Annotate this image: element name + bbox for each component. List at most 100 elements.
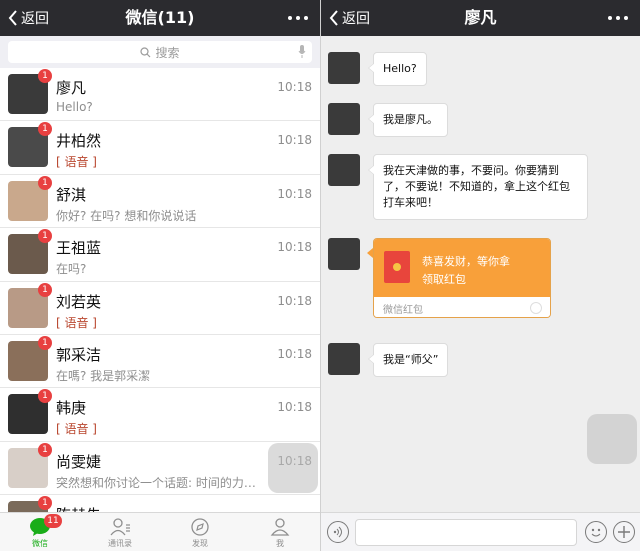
red-packet-label: 微信红包 (383, 305, 423, 316)
message-preview: [ 语音 ] (56, 422, 97, 437)
contact-name: 井柏然 (56, 132, 102, 151)
compass-icon (191, 518, 209, 536)
unread-badge: 1 (38, 122, 52, 137)
red-envelope-icon (384, 251, 410, 283)
message-bubble[interactable]: 我是廖凡。 (368, 103, 448, 137)
unread-badge: 1 (38, 229, 52, 244)
unread-badge: 1 (38, 175, 52, 190)
conversation-screen: 返回 廖凡 Hello? 我是廖凡。 我在天津做的事，不要问。你要猜到了，不要说… (321, 0, 640, 551)
chat-row[interactable]: 1 廖凡 10:18 Hello? (0, 68, 320, 122)
tab-discover[interactable]: 发现 (160, 513, 240, 551)
search-placeholder: 搜索 (155, 45, 180, 60)
avatar[interactable] (328, 103, 360, 135)
chat-row[interactable]: 1 陈赫先 (0, 495, 320, 512)
emoji-button[interactable] (585, 521, 607, 543)
back-label: 返回 (342, 11, 370, 27)
message-preview: 在吗? (56, 262, 87, 277)
tab-label: 通讯录 (108, 539, 132, 548)
avatar[interactable] (328, 343, 360, 375)
message-row: 我是“师父” (328, 343, 628, 383)
chat-row[interactable]: 1 韩庚 10:18 [ 语音 ] (0, 388, 320, 442)
message-row: 我在天津做的事，不要问。你要猜到了，不要说！不知道的，拿上这个红包打车来吧！ (328, 154, 628, 224)
back-button[interactable]: 返回 (8, 0, 49, 36)
contact-name: 舒淇 (56, 185, 87, 204)
contact-name: 廖凡 (56, 79, 87, 97)
tab-contacts[interactable]: 通讯录 (80, 513, 160, 551)
unread-badge: 1 (38, 335, 52, 350)
more-actions-button[interactable] (613, 521, 635, 543)
person-icon (270, 518, 290, 536)
message-bubble[interactable]: 我是“师父” (367, 343, 449, 377)
message-preview: Hello? (56, 100, 93, 114)
contact-name: 王祖蓝 (56, 239, 102, 258)
tab-label: 发现 (192, 539, 208, 548)
chat-row[interactable]: 1 郭采洁 10:18 在嗎? 我是郭采潔 (0, 335, 320, 389)
tab-label: 我 (276, 539, 284, 548)
red-packet-body: 恭喜发财，等你拿 领取红包 (374, 239, 550, 297)
back-label: 返回 (21, 11, 49, 27)
contact-name: 陈赫先 (56, 504, 101, 512)
message-preview: 突然想和你讨论一个话题: 时间的力量.... (56, 475, 266, 490)
message-preview: [ 语音 ] (56, 155, 97, 170)
contact-name: 刘若英 (56, 292, 102, 311)
message-preview: [ 语音 ] (56, 315, 97, 330)
message-time: 10:18 (277, 186, 312, 201)
conversation-header: 返回 廖凡 (321, 0, 640, 36)
contact-name: 郭采洁 (56, 345, 102, 364)
chat-row[interactable]: 1 王祖蓝 10:18 在吗? (0, 228, 320, 282)
unread-badge: 11 (44, 514, 62, 528)
contact-name: 尚雯婕 (56, 452, 102, 471)
chat-row[interactable]: 1 舒淇 10:18 你好? 在吗? 想和你说说话 (0, 175, 320, 229)
message-time: 10:18 (277, 346, 312, 361)
tab-label: 微信 (32, 539, 48, 548)
smiley-icon (591, 528, 601, 537)
unread-badge: 1 (38, 282, 52, 297)
sound-wave-icon (333, 526, 342, 538)
more-icon[interactable] (284, 0, 312, 36)
search-icon (140, 46, 151, 57)
contacts-icon (110, 518, 130, 536)
message-time: 10:18 (277, 293, 312, 308)
red-packet-footer: 微信红包 (374, 297, 550, 317)
message-time: 10:18 (277, 133, 312, 148)
message-input[interactable] (355, 519, 577, 546)
chat-list-header: 返回 微信(11) (0, 0, 320, 36)
message-time: 10:18 (277, 240, 312, 255)
tab-me[interactable]: 我 (240, 513, 320, 551)
avatar[interactable] (328, 52, 360, 84)
unread-badge: 1 (38, 389, 52, 404)
message-bubble[interactable]: Hello? (368, 52, 427, 86)
chevron-left-icon (8, 10, 17, 26)
unread-badge: 1 (38, 69, 52, 83)
red-packet-card[interactable]: 恭喜发财，等你拿 领取红包 微信红包 (373, 238, 551, 318)
voice-input-button[interactable] (327, 521, 349, 543)
avatar[interactable] (328, 238, 360, 270)
microphone-icon[interactable] (298, 45, 306, 58)
unread-badge: 1 (38, 442, 52, 457)
more-icon[interactable] (604, 0, 632, 36)
chat-row[interactable]: 1 井柏然 10:18 [ 语音 ] (0, 121, 320, 175)
message-row: Hello? (328, 52, 628, 92)
contact-name: 韩庚 (56, 399, 87, 418)
message-row: 我是廖凡。 (328, 103, 628, 143)
red-packet-greeting: 恭喜发财，等你拿 (422, 255, 510, 268)
message-row: 恭喜发财，等你拿 领取红包 微信红包 (328, 238, 628, 320)
assistive-touch-button[interactable] (268, 443, 318, 493)
message-time: 10:18 (277, 400, 312, 415)
unread-badge: 1 (38, 496, 52, 511)
search-input[interactable]: 搜索 (8, 41, 312, 63)
red-packet-logo-icon (530, 302, 542, 314)
plus-icon (618, 526, 630, 538)
red-packet-action: 领取红包 (422, 273, 466, 286)
message-preview: 你好? 在吗? 想和你说说话 (56, 208, 197, 223)
message-preview: 在嗎? 我是郭采潔 (56, 368, 151, 383)
message-time: 10:18 (277, 80, 312, 94)
back-button[interactable]: 返回 (329, 0, 370, 36)
chat-list-screen: 返回 微信(11) 搜索 1 廖凡 10:18 Hello? 1 井柏然 10:18 [ 语音… (0, 0, 320, 551)
tab-wechat[interactable]: 微信 11 (0, 513, 80, 551)
avatar[interactable] (328, 154, 360, 186)
assistive-touch-button[interactable] (587, 414, 637, 464)
chat-row[interactable]: 1 刘若英 10:18 [ 语音 ] (0, 282, 320, 335)
bottom-tab-bar: 微信 11 通讯录 发现 我 (0, 512, 320, 551)
message-bubble[interactable]: 我在天津做的事，不要问。你要猜到了，不要说！不知道的，拿上这个红包打车来吧！ (368, 154, 588, 220)
